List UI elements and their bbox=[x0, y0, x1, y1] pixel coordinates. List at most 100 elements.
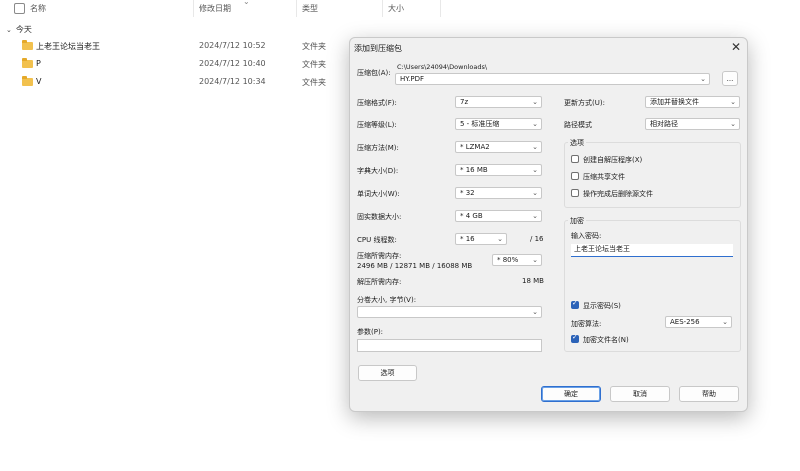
split-label: 分卷大小, 字节(V): bbox=[357, 296, 417, 304]
column-name[interactable]: 名称 bbox=[30, 3, 46, 14]
decomp-value: 18 MB bbox=[522, 277, 544, 285]
column-divider[interactable] bbox=[440, 0, 441, 17]
update-label: 更新方式(U): bbox=[564, 99, 605, 107]
item-type: 文件夹 bbox=[302, 78, 326, 87]
chevron-down-icon: ⌄ bbox=[722, 318, 728, 326]
item-date: 2024/7/12 10:40 bbox=[199, 59, 266, 68]
item-type: 文件夹 bbox=[302, 42, 326, 51]
word-label: 单词大小(W): bbox=[357, 190, 400, 198]
column-date[interactable]: 修改日期 bbox=[199, 3, 231, 14]
select-all-checkbox[interactable] bbox=[14, 3, 25, 14]
params-label: 参数(P): bbox=[357, 328, 384, 336]
level-label: 压缩等级(L): bbox=[357, 121, 397, 129]
browse-button[interactable]: ... bbox=[722, 71, 738, 86]
column-divider[interactable] bbox=[193, 0, 194, 17]
sfx-checkbox[interactable] bbox=[571, 155, 579, 163]
show-password-label: 显示密码(S) bbox=[583, 302, 621, 310]
mem-label: 压缩所需内存: bbox=[357, 252, 402, 260]
word-select[interactable]: * 32 ⌄ bbox=[455, 187, 542, 199]
delete-after-checkbox[interactable] bbox=[571, 189, 579, 197]
enc-method-value: AES-256 bbox=[670, 318, 700, 326]
options-button[interactable]: 选项 bbox=[358, 365, 417, 381]
chevron-down-icon: ⌄ bbox=[532, 120, 538, 128]
dict-select[interactable]: * 16 MB ⌄ bbox=[455, 164, 542, 176]
split-combo[interactable]: ⌄ bbox=[357, 306, 542, 318]
item-date: 2024/7/12 10:52 bbox=[199, 41, 266, 50]
item-name: V bbox=[36, 77, 42, 86]
close-icon[interactable]: ✕ bbox=[731, 40, 741, 54]
shared-files-checkbox[interactable] bbox=[571, 172, 579, 180]
mem-percent-select[interactable]: * 80% ⌄ bbox=[492, 254, 542, 266]
encryption-group-title: 加密 bbox=[568, 216, 586, 226]
chevron-down-icon: ⌄ bbox=[497, 235, 503, 243]
chevron-down-icon: ⌄ bbox=[532, 308, 538, 316]
folder-icon bbox=[22, 40, 33, 50]
sfx-label: 创建自解压程序(X) bbox=[583, 156, 643, 164]
dict-value: * 16 MB bbox=[460, 166, 488, 174]
format-value: 7z bbox=[460, 98, 469, 106]
chevron-down-icon: ⌄ bbox=[532, 166, 538, 174]
format-select[interactable]: 7z ⌄ bbox=[455, 96, 542, 108]
format-label: 压缩格式(F): bbox=[357, 99, 397, 107]
enc-method-label: 加密算法: bbox=[571, 320, 602, 328]
password-label: 输入密码: bbox=[571, 232, 602, 240]
folder-icon bbox=[22, 76, 33, 86]
method-value: * LZMA2 bbox=[460, 143, 490, 151]
chevron-down-icon: ⌄ bbox=[700, 75, 706, 83]
path-mode-select[interactable]: 相对路径 ⌄ bbox=[645, 118, 740, 130]
shared-files-label: 压缩共享文件 bbox=[583, 173, 625, 181]
encrypt-filenames-checkbox[interactable] bbox=[571, 333, 579, 343]
update-value: 添加并替换文件 bbox=[650, 98, 699, 106]
mem-detail: 2496 MB / 12871 MB / 16088 MB bbox=[357, 262, 473, 270]
cpu-value: * 16 bbox=[460, 235, 475, 243]
archive-name-combo[interactable]: HY.PDF ⌄ bbox=[395, 73, 710, 85]
solid-label: 固实数据大小: bbox=[357, 213, 402, 221]
cpu-select[interactable]: * 16 ⌄ bbox=[455, 233, 507, 245]
archive-label: 压缩包(A): bbox=[357, 69, 391, 77]
column-divider[interactable] bbox=[382, 0, 383, 17]
show-password-checkbox[interactable] bbox=[571, 299, 579, 309]
encrypt-filenames-label: 加密文件名(N) bbox=[583, 336, 629, 344]
group-label: 今天 bbox=[15, 25, 32, 34]
method-select[interactable]: * LZMA2 ⌄ bbox=[455, 141, 542, 153]
dialog-title: 添加到压缩包 bbox=[354, 44, 402, 53]
solid-select[interactable]: * 4 GB ⌄ bbox=[455, 210, 542, 222]
group-today[interactable]: ⌄ 今天 bbox=[6, 24, 32, 35]
params-input[interactable] bbox=[357, 339, 542, 352]
update-select[interactable]: 添加并替换文件 ⌄ bbox=[645, 96, 740, 108]
dict-label: 字典大小(D): bbox=[357, 167, 399, 175]
path-mode-label: 路径模式 bbox=[564, 121, 592, 129]
folder-icon bbox=[22, 58, 33, 68]
method-label: 压缩方法(M): bbox=[357, 144, 399, 152]
chevron-down-icon: ⌄ bbox=[6, 25, 12, 34]
chevron-down-icon: ⌄ bbox=[730, 120, 736, 128]
cancel-button[interactable]: 取消 bbox=[610, 386, 670, 402]
password-input[interactable]: 上老王论坛当老王 bbox=[571, 244, 733, 257]
column-type[interactable]: 类型 bbox=[302, 3, 318, 14]
solid-value: * 4 GB bbox=[460, 212, 483, 220]
archive-name-value: HY.PDF bbox=[400, 75, 424, 83]
item-type: 文件夹 bbox=[302, 60, 326, 69]
cpu-label: CPU 线程数: bbox=[357, 236, 397, 244]
item-name: 上老王论坛当老王 bbox=[36, 42, 100, 51]
add-to-archive-dialog: 添加到压缩包 ✕ 压缩包(A): C:\Users\24094\Download… bbox=[349, 37, 748, 412]
level-value: 5 - 标准压缩 bbox=[460, 120, 500, 128]
item-name: P bbox=[36, 59, 41, 68]
chevron-down-icon: ⌄ bbox=[532, 143, 538, 151]
sort-caret-icon: ⌄ bbox=[243, 0, 250, 6]
item-date: 2024/7/12 10:34 bbox=[199, 77, 266, 86]
chevron-down-icon: ⌄ bbox=[532, 212, 538, 220]
level-select[interactable]: 5 - 标准压缩 ⌄ bbox=[455, 118, 542, 130]
mem-percent-value: * 80% bbox=[497, 256, 519, 264]
archive-path: C:\Users\24094\Downloads\ bbox=[397, 63, 488, 71]
chevron-down-icon: ⌄ bbox=[532, 256, 538, 264]
ok-button[interactable]: 确定 bbox=[541, 386, 601, 402]
enc-method-select[interactable]: AES-256 ⌄ bbox=[665, 316, 732, 328]
help-button[interactable]: 帮助 bbox=[679, 386, 739, 402]
column-size[interactable]: 大小 bbox=[388, 3, 404, 14]
delete-after-label: 操作完成后删除源文件 bbox=[583, 190, 653, 198]
path-mode-value: 相对路径 bbox=[650, 120, 678, 128]
column-divider[interactable] bbox=[296, 0, 297, 17]
chevron-down-icon: ⌄ bbox=[532, 189, 538, 197]
column-header: 名称 ⌄ 修改日期 类型 大小 bbox=[0, 0, 441, 18]
